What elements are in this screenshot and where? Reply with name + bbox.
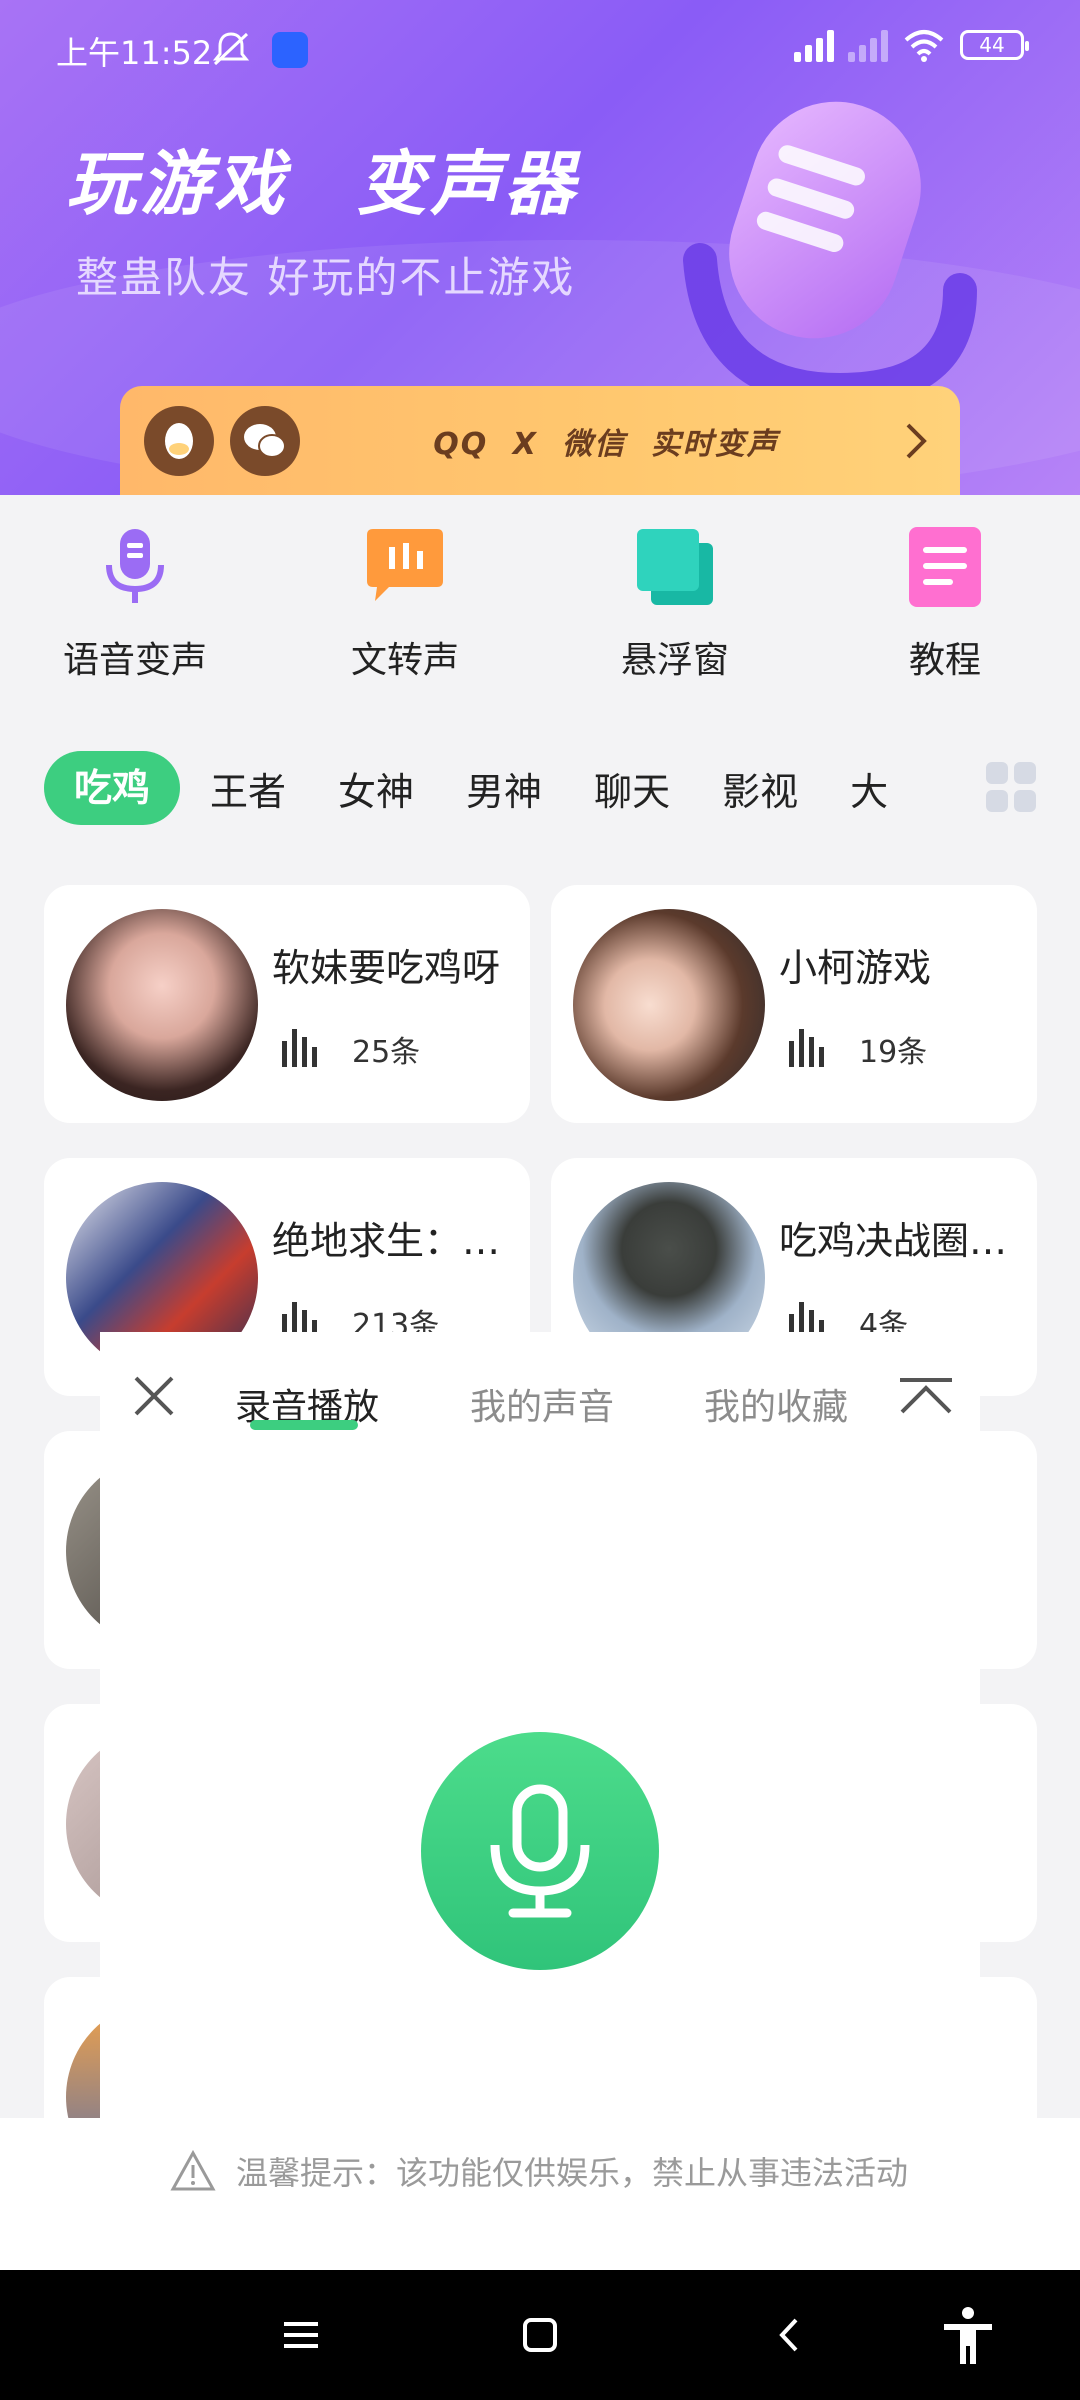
category-tab-active[interactable]: 吃鸡 bbox=[44, 751, 181, 825]
qq-icon bbox=[144, 406, 214, 476]
document-icon bbox=[909, 527, 981, 607]
chat-bubble-icon bbox=[367, 529, 443, 601]
card-count: 19条 bbox=[859, 1035, 928, 1070]
close-icon[interactable] bbox=[130, 1372, 178, 1420]
audio-bars-icon bbox=[789, 1029, 824, 1067]
back-icon[interactable] bbox=[764, 2310, 814, 2360]
app-notification-icon bbox=[272, 32, 308, 68]
chevron-right-icon bbox=[906, 423, 927, 459]
window-icon bbox=[637, 529, 713, 605]
tool-label: 文转声 bbox=[350, 640, 459, 681]
system-nav-bar bbox=[0, 2270, 1080, 2400]
warning-icon bbox=[170, 2150, 216, 2191]
home-icon[interactable] bbox=[515, 2310, 565, 2360]
battery-indicator: 44 bbox=[960, 30, 1029, 60]
tool-voice-change[interactable]: 语音变声 bbox=[0, 495, 270, 715]
voice-pack-card[interactable]: 小柯游戏 19条 bbox=[551, 885, 1037, 1123]
tool-label: 语音变声 bbox=[62, 640, 207, 681]
tab-my-favorites[interactable]: 我的收藏 bbox=[704, 1378, 848, 1430]
card-title: 绝地求生：… bbox=[272, 1219, 501, 1263]
hero-banner: 上午11:52 44 玩游戏 变声器 整蛊队友 好玩的不止游戏 QQ X 微信 … bbox=[0, 0, 1080, 495]
grid-menu-icon[interactable] bbox=[986, 762, 1036, 812]
hero-subtitle: 整蛊队友 好玩的不止游戏 bbox=[76, 253, 576, 302]
tab-my-voices[interactable]: 我的声音 bbox=[470, 1378, 614, 1430]
status-right: 44 bbox=[794, 28, 1029, 62]
promo-banner[interactable]: QQ X 微信 实时变声 bbox=[120, 386, 960, 495]
active-tab-underline bbox=[250, 1420, 358, 1430]
quick-tools: 语音变声 文转声 悬浮窗 教程 bbox=[0, 495, 1080, 715]
tool-floating-window[interactable]: 悬浮窗 bbox=[540, 495, 810, 715]
tip-bar: 温馨提示：该功能仅供娱乐，禁止从事违法活动 bbox=[0, 2118, 1080, 2270]
accessibility-icon[interactable] bbox=[940, 2306, 996, 2366]
signal-2-icon bbox=[848, 28, 888, 62]
status-time: 上午11:52 bbox=[56, 34, 213, 72]
record-button[interactable] bbox=[421, 1732, 659, 1970]
tool-tutorial[interactable]: 教程 bbox=[810, 495, 1080, 715]
mute-icon bbox=[212, 32, 250, 66]
category-tabs: 吃鸡 王者 女神 男神 聊天 影视 大 bbox=[44, 750, 984, 826]
recording-sheet: 录音播放 我的声音 我的收藏 bbox=[100, 1332, 980, 2122]
category-tab[interactable]: 男神 bbox=[466, 761, 542, 816]
card-title: 软妹要吃鸡呀 bbox=[272, 946, 501, 990]
menu-icon[interactable] bbox=[276, 2310, 326, 2360]
microphone-art-icon bbox=[683, 101, 977, 408]
chevron-up-icon[interactable] bbox=[898, 1376, 954, 1416]
wechat-icon bbox=[230, 406, 300, 476]
wifi-icon bbox=[904, 30, 944, 62]
card-count: 25条 bbox=[352, 1035, 421, 1070]
voice-pack-card[interactable]: 软妹要吃鸡呀 25条 bbox=[44, 885, 530, 1123]
promo-text: QQ X 微信 实时变声 bbox=[433, 427, 779, 462]
audio-bars-icon bbox=[282, 1029, 317, 1067]
avatar bbox=[573, 909, 765, 1101]
tip-text: 温馨提示：该功能仅供娱乐，禁止从事违法活动 bbox=[236, 2154, 909, 2192]
hero-title: 玩游戏 变声器 bbox=[66, 143, 579, 225]
category-tab[interactable]: 大 bbox=[850, 761, 888, 816]
category-tab[interactable]: 影视 bbox=[722, 761, 798, 816]
signal-icon bbox=[794, 28, 834, 62]
tool-text-to-speech[interactable]: 文转声 bbox=[270, 495, 540, 715]
category-tab[interactable]: 聊天 bbox=[594, 761, 670, 816]
microphone-icon bbox=[490, 1784, 590, 1918]
tool-label: 教程 bbox=[908, 640, 981, 681]
tool-label: 悬浮窗 bbox=[620, 640, 729, 681]
status-bar: 上午11:52 44 bbox=[56, 28, 1029, 72]
card-title: 吃鸡决战圈… bbox=[779, 1219, 1008, 1263]
avatar bbox=[66, 909, 258, 1101]
category-tab[interactable]: 女神 bbox=[338, 761, 414, 816]
category-tab[interactable]: 王者 bbox=[210, 761, 286, 816]
microphone-icon bbox=[106, 529, 164, 603]
card-title: 小柯游戏 bbox=[779, 946, 932, 990]
